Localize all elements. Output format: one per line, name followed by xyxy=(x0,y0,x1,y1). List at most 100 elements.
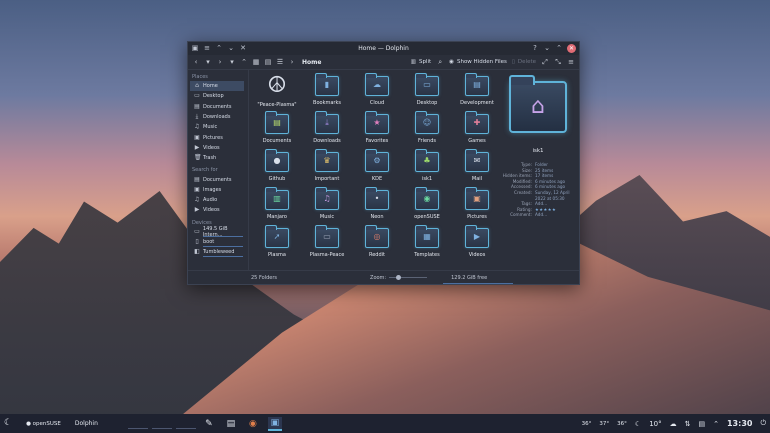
folder-item[interactable]: ▮ Bookmarks xyxy=(302,73,352,111)
folder-icon: ➚ xyxy=(265,225,289,248)
folder-item[interactable]: ♫ Music xyxy=(302,187,352,225)
folder-icon: ▥ xyxy=(265,187,289,210)
clock[interactable]: 13:30 xyxy=(727,419,752,428)
zoom-slider-handle[interactable] xyxy=(396,275,402,280)
folder-item[interactable]: ♛ Important xyxy=(302,149,352,187)
folder-item[interactable]: ● Github xyxy=(252,149,302,187)
terminal-icon[interactable]: ▤ xyxy=(224,417,238,431)
clipboard-icon[interactable]: ▤ xyxy=(698,420,705,428)
folder-item[interactable]: ♣ isk1 xyxy=(402,149,452,187)
folder-item[interactable]: ▥ Manjaro xyxy=(252,187,302,225)
folder-item[interactable]: ◉ openSUSE xyxy=(402,187,452,225)
folder-emblem-icon: ▤ xyxy=(473,80,481,89)
folder-item[interactable]: ◎ Reddit xyxy=(352,225,402,263)
folder-emblem-icon: ♫ xyxy=(323,194,331,203)
free-space[interactable]: 129.2 GiB free xyxy=(443,275,514,284)
folder-item[interactable]: ✚ Games xyxy=(452,111,502,149)
folder-item[interactable]: ▭ Desktop xyxy=(402,73,452,111)
folder-item[interactable]: ➚ Plasma xyxy=(252,225,302,263)
metadata-value[interactable]: Add... xyxy=(535,212,575,218)
pin-icon[interactable]: ✎ xyxy=(202,417,216,431)
folder-icon: ▭ xyxy=(315,225,339,248)
sidebar-item-trash[interactable]: 🗑 Trash xyxy=(190,153,248,163)
folder-item[interactable]: ★ Favorites xyxy=(352,111,402,149)
places-panel: Places ⌂ Home ▭ Desktop ▤ Documents ⤓ Downloads… xyxy=(188,70,249,270)
forward-history-icon[interactable]: ▾ xyxy=(228,58,236,66)
weather-temp[interactable]: 10° xyxy=(649,420,661,428)
search-item-audio[interactable]: ♫ Audio xyxy=(190,195,248,205)
folder-item[interactable]: ▶ Videos xyxy=(452,225,502,263)
folder-item[interactable]: ⚙ KDE xyxy=(352,149,402,187)
folder-item[interactable]: ▭ Plasma-Peace xyxy=(302,225,352,263)
search-icon[interactable]: ⌕ xyxy=(436,58,444,66)
firefox-icon[interactable]: ◉ xyxy=(246,417,260,431)
activity-switcher[interactable]: ● openSUSE xyxy=(26,421,61,427)
device-149-5-gib-intern[interactable]: ▭ 149.5 GiB Intern... xyxy=(190,226,248,238)
maximize-icon[interactable]: ⌃ xyxy=(555,45,563,53)
folder-view[interactable]: ☮ "Peace-Plasma" ▮ Bookmarks ☁ Cloud ▭ Desktop ▤… xyxy=(249,70,499,270)
fullscreen-icon[interactable]: ⤡ xyxy=(554,58,562,66)
keep-above-icon[interactable]: ⌃ xyxy=(215,45,223,53)
hamburger-menu-icon[interactable]: ≡ xyxy=(567,58,575,66)
help-icon[interactable]: ? xyxy=(531,45,539,53)
folder-item[interactable]: ▦ Templates xyxy=(402,225,452,263)
desktop-3[interactable] xyxy=(175,419,196,429)
details-view-icon[interactable]: ☰ xyxy=(276,58,284,66)
back-history-icon[interactable]: ▾ xyxy=(204,58,212,66)
up-icon[interactable]: ⌃ xyxy=(240,58,248,66)
folder-item[interactable]: ⤓ Downloads xyxy=(302,111,352,149)
folder-icon: ♛ xyxy=(315,149,339,172)
application-launcher-icon[interactable]: ☾ xyxy=(4,419,12,428)
folder-emblem-icon: ● xyxy=(273,156,281,165)
folder-item[interactable]: ☮ "Peace-Plasma" xyxy=(252,73,302,111)
titlebar[interactable]: ▣ ≡ ⌃ ⌄ ✕ Home — Dolphin ? ⌄ ⌃ ✕ xyxy=(188,42,579,55)
desktop-2[interactable] xyxy=(151,419,172,429)
sidebar-item-documents[interactable]: ▤ Documents xyxy=(190,102,248,112)
dolphin-task-icon[interactable]: ▣ xyxy=(267,416,282,431)
split-button[interactable]: ▥ Split xyxy=(411,59,431,65)
expand-tray-icon[interactable]: ⌃ xyxy=(713,420,719,428)
sidebar-item-home[interactable]: ⌂ Home xyxy=(190,81,244,92)
menu-icon[interactable]: ≡ xyxy=(203,45,211,53)
search-item-documents[interactable]: ▤ Documents xyxy=(190,174,248,184)
search-item-videos[interactable]: ▶ Videos xyxy=(190,205,248,215)
close-icon[interactable]: ✕ xyxy=(567,44,576,53)
show-hidden-button[interactable]: ◉ Show Hidden Files xyxy=(449,59,507,65)
open-terminal-icon[interactable]: ⤢ xyxy=(541,58,549,66)
back-icon[interactable]: ‹ xyxy=(192,58,200,66)
zoom-slider[interactable] xyxy=(389,275,428,280)
sidebar-item-pictures[interactable]: ▣ Pictures xyxy=(190,132,248,142)
delete-button[interactable]: ▯ Delete xyxy=(512,59,536,65)
folder-icon: ☺ xyxy=(415,111,439,134)
global-menu-app[interactable]: Dolphin xyxy=(75,420,98,427)
sidebar-item-downloads[interactable]: ⤓ Downloads xyxy=(190,112,248,122)
folder-item[interactable]: ▣ Pictures xyxy=(452,187,502,225)
minimize-icon[interactable]: ⌄ xyxy=(543,45,551,53)
folder-item[interactable]: ▤ Documents xyxy=(252,111,302,149)
desktop-1[interactable] xyxy=(127,419,148,429)
folder-item[interactable]: ▤ Development xyxy=(452,73,502,111)
moon-icon[interactable]: ☾ xyxy=(635,420,641,428)
shade-icon[interactable]: ✕ xyxy=(239,45,247,53)
search-item-images[interactable]: ▣ Images xyxy=(190,185,248,195)
keep-below-icon[interactable]: ⌄ xyxy=(227,45,235,53)
sidebar-item-desktop[interactable]: ▭ Desktop xyxy=(190,91,248,101)
breadcrumb[interactable]: Home xyxy=(302,59,321,66)
cloud-icon[interactable]: ☁ xyxy=(670,420,677,428)
folder-label: Documents xyxy=(262,138,292,144)
folder-item[interactable]: ☺ Friends xyxy=(402,111,452,149)
sidebar-item-videos[interactable]: ▶ Videos xyxy=(190,143,248,153)
app-menu-icon[interactable]: ▣ xyxy=(191,45,199,53)
folder-label: Videos xyxy=(468,252,486,258)
folder-item[interactable]: • Neon xyxy=(352,187,402,225)
network-icon[interactable]: ⇅ xyxy=(685,420,691,428)
forward-icon[interactable]: › xyxy=(216,58,224,66)
icons-view-icon[interactable]: ▦ xyxy=(252,58,260,66)
folder-item[interactable]: ☁ Cloud xyxy=(352,73,402,111)
folder-icon: ▮ xyxy=(315,73,339,96)
sidebar-item-music[interactable]: ♫ Music xyxy=(190,122,248,132)
virtual-desktop-pager[interactable] xyxy=(127,419,196,429)
power-icon[interactable]: ⏻ xyxy=(760,419,766,428)
compact-view-icon[interactable]: ▤ xyxy=(264,58,272,66)
folder-item[interactable]: ✉ Mail xyxy=(452,149,502,187)
